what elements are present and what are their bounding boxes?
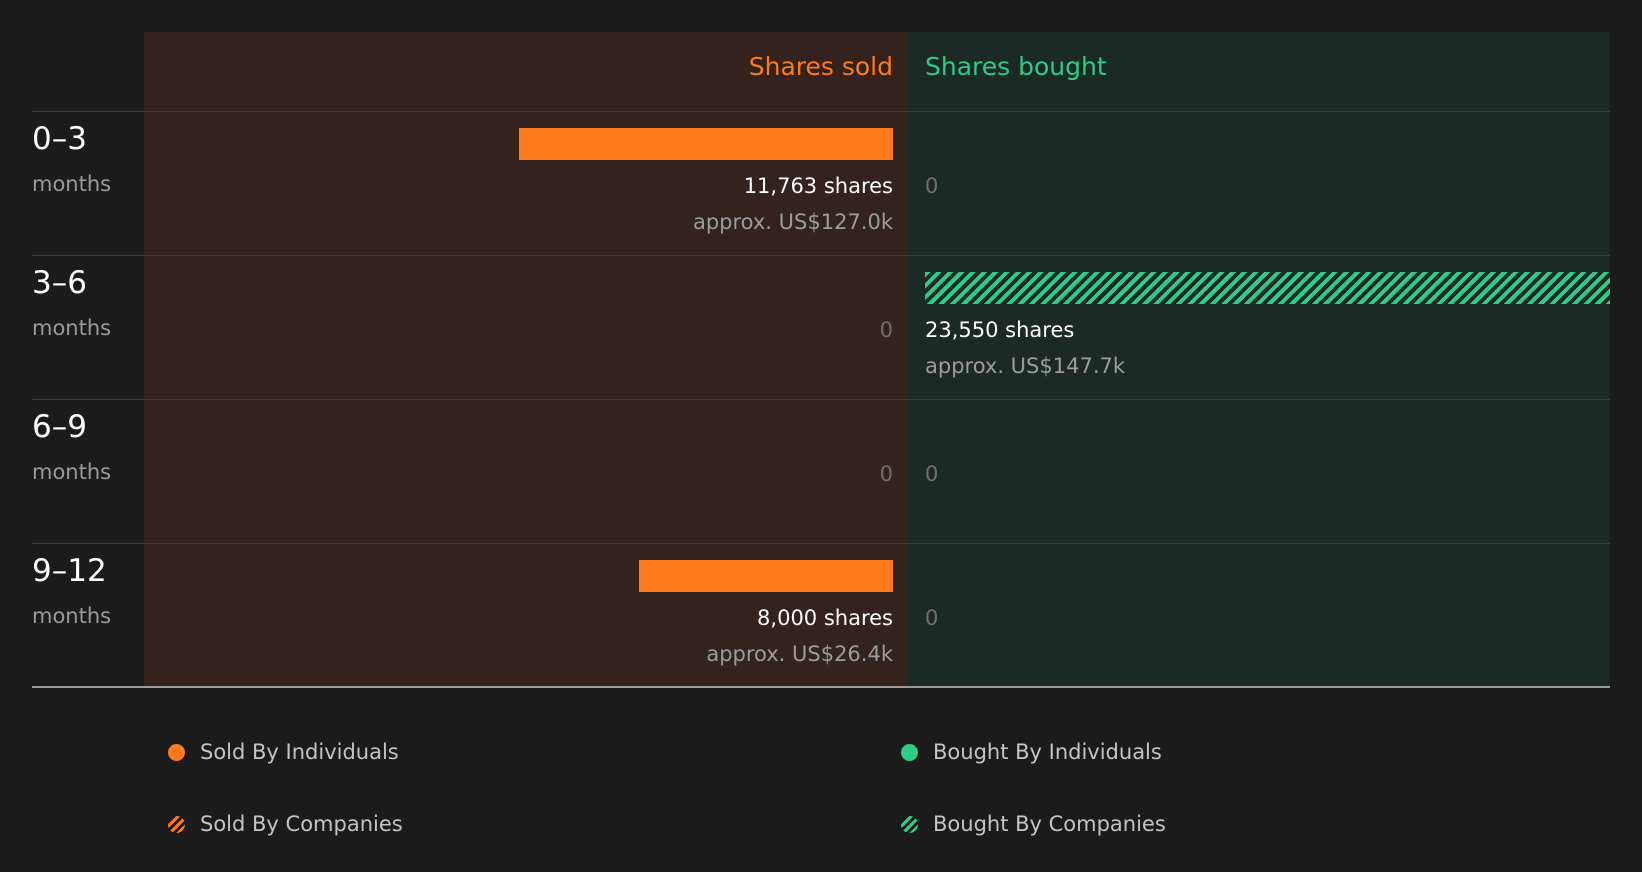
bought-column-header: Shares bought — [925, 52, 1107, 81]
green-dot-icon — [901, 743, 918, 761]
sold-zero-label: 0 — [879, 462, 893, 486]
period-unit: months — [32, 460, 112, 484]
period-label: 0–3 — [32, 121, 87, 157]
legend-item[interactable]: Bought By Individuals — [901, 740, 1162, 764]
orange-hatched-dot-icon — [168, 815, 185, 833]
sold-shares-label: 8,000 shares — [757, 606, 893, 630]
bought-zero-label: 0 — [925, 606, 939, 630]
sold-bar — [518, 128, 893, 160]
legend-label: Sold By Companies — [200, 812, 403, 836]
bought-value-label: approx. US$147.7k — [925, 354, 1126, 378]
row-divider — [32, 255, 1610, 256]
bought-zero-label: 0 — [925, 174, 939, 198]
sold-value-label: approx. US$127.0k — [692, 210, 893, 234]
baseline — [32, 686, 1610, 688]
sold-column-header: Shares sold — [748, 52, 893, 81]
sold-zero-label: 0 — [879, 318, 893, 342]
row-divider — [32, 111, 1610, 112]
row-divider — [32, 543, 1610, 544]
period-unit: months — [32, 316, 112, 340]
legend-label: Bought By Companies — [933, 812, 1166, 836]
sold-shares-label: 11,763 shares — [743, 174, 893, 198]
legend-label: Sold By Individuals — [200, 740, 399, 764]
period-label: 3–6 — [32, 265, 87, 301]
row-divider — [32, 399, 1610, 400]
bought-bar — [925, 272, 1610, 304]
bought-zero-label: 0 — [925, 462, 939, 486]
sold-bar — [638, 560, 893, 592]
legend-item[interactable]: Sold By Individuals — [168, 740, 399, 764]
green-hatched-dot-icon — [901, 815, 918, 833]
legend-item[interactable]: Bought By Companies — [901, 812, 1166, 836]
period-label: 9–12 — [32, 553, 107, 589]
period-unit: months — [32, 172, 112, 196]
bought-shares-label: 23,550 shares — [925, 318, 1075, 342]
orange-dot-icon — [168, 743, 185, 761]
legend-label: Bought By Individuals — [933, 740, 1162, 764]
period-label: 6–9 — [32, 409, 87, 445]
period-unit: months — [32, 604, 112, 628]
legend-item[interactable]: Sold By Companies — [168, 812, 403, 836]
insider-trading-chart: Shares sold Shares bought 0–3 months 11,76… — [0, 0, 1642, 872]
sold-value-label: approx. US$26.4k — [706, 642, 893, 666]
